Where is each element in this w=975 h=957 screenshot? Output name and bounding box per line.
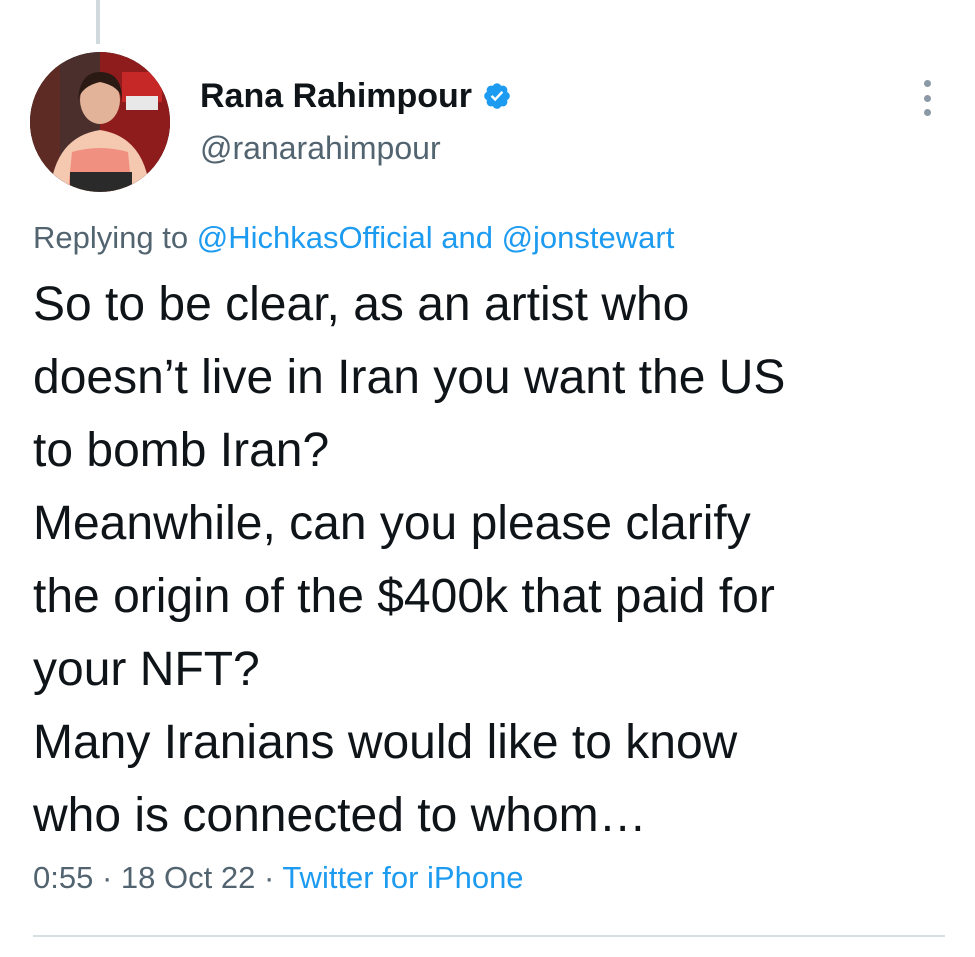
meta-separator: · [93,860,121,895]
tweet-time[interactable]: 0:55 [33,860,93,895]
author-handle[interactable]: @ranarahimpour [200,130,441,167]
meta-separator: · [255,860,283,895]
tweet-date[interactable]: 18 Oct 22 [121,860,255,895]
more-options-button[interactable] [912,78,942,118]
verified-badge-icon [482,81,512,111]
avatar[interactable] [30,52,170,192]
more-options-icon-dot [923,94,931,102]
mention-link-jonstewart[interactable]: @jonstewart [502,220,675,255]
mention-link-hichkas[interactable]: @HichkasOfficial [197,220,433,255]
divider [33,935,945,937]
tweet-text-line: Meanwhile, can you please clarify [33,497,751,550]
tweet-text-line: who is connected to whom… [33,789,647,842]
author-name-row: Rana Rahimpour [200,76,512,116]
replying-to-label: Replying to [33,220,197,255]
mention-joiner: and [432,220,502,255]
profile-photo-icon [30,52,170,192]
replying-to-line: Replying to @HichkasOfficial and @jonste… [33,220,674,256]
tweet-meta: 0:55 · 18 Oct 22 · Twitter for iPhone [33,860,524,896]
tweet-text-line: So to be clear, as an artist who [33,278,690,331]
tweet-text: So to be clear, as an artist who doesn’t… [33,268,953,852]
more-options-icon [923,80,931,87]
thread-connector-line [96,0,100,44]
tweet-text-line: the origin of the $400k that paid for [33,570,775,623]
tweet-text-line: your NFT? [33,643,260,696]
tweet-text-line: Many Iranians would like to know [33,716,738,769]
display-name[interactable]: Rana Rahimpour [200,77,472,116]
tweet-text-line: doesn’t live in Iran you want the US [33,351,786,404]
tweet-source-link[interactable]: Twitter for iPhone [282,860,523,895]
tweet-text-line: to bomb Iran? [33,424,330,477]
more-options-icon-dot [923,109,931,116]
